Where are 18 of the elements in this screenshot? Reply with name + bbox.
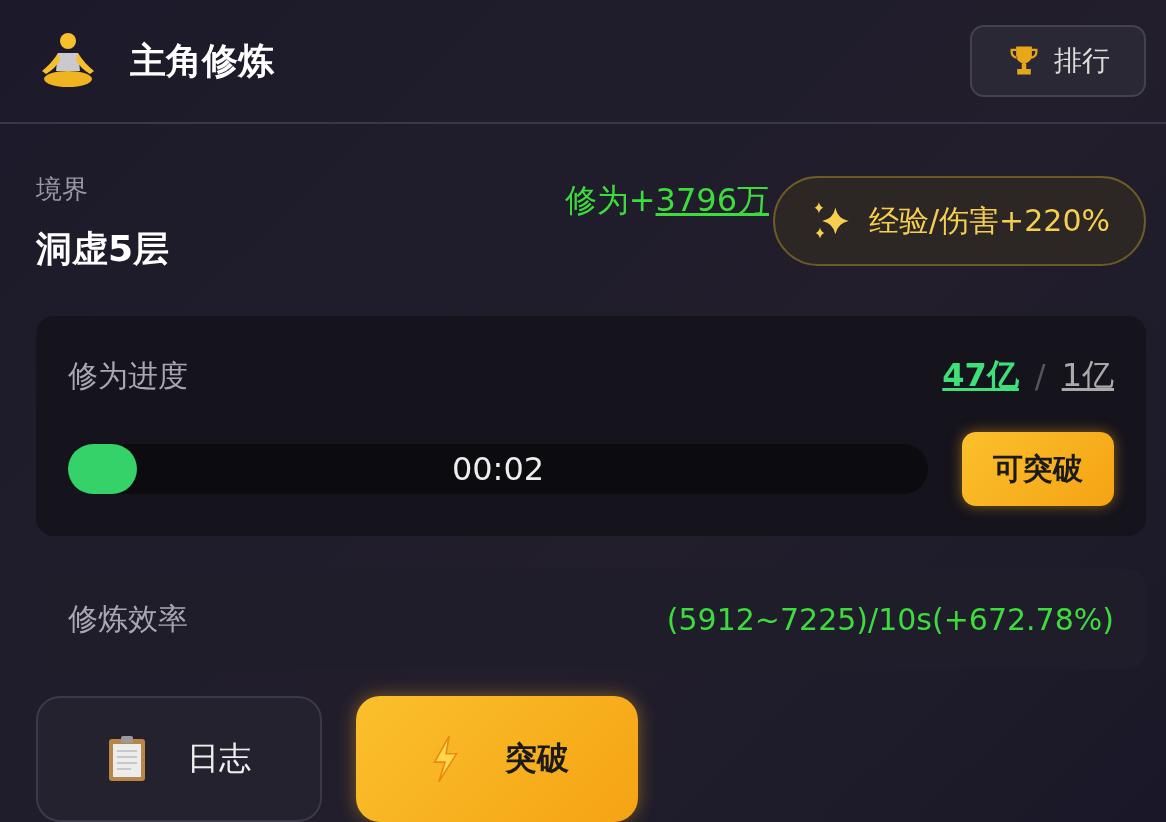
realm-value: 洞虚5层 <box>36 227 170 271</box>
cultivation-gain: 修为+3796万 <box>564 180 769 221</box>
breakthrough-ready-button[interactable]: 可突破 <box>962 432 1114 506</box>
efficiency-value: (5912~7225)/10s(+672.78%) <box>666 601 1114 637</box>
gain-amount-link[interactable]: 3796万 <box>655 181 769 219</box>
page-title: 主角修炼 <box>130 38 275 83</box>
bonus-badge: 经验/伤害+220% <box>773 176 1146 266</box>
ranking-button[interactable]: 排行 <box>970 25 1146 97</box>
progress-title: 修为进度 <box>68 356 188 395</box>
current-value-link[interactable]: 47亿 <box>942 354 1019 398</box>
breakthrough-button[interactable]: 突破 <box>356 696 638 822</box>
required-value-link[interactable]: 1亿 <box>1061 354 1114 398</box>
realm-label: 境界 <box>36 173 89 206</box>
timer: 00:02 <box>450 450 546 488</box>
log-button[interactable]: 日志 <box>36 696 322 822</box>
separator: / <box>1034 357 1046 395</box>
clipboard-icon <box>107 734 147 784</box>
efficiency-label: 修炼效率 <box>68 599 188 638</box>
